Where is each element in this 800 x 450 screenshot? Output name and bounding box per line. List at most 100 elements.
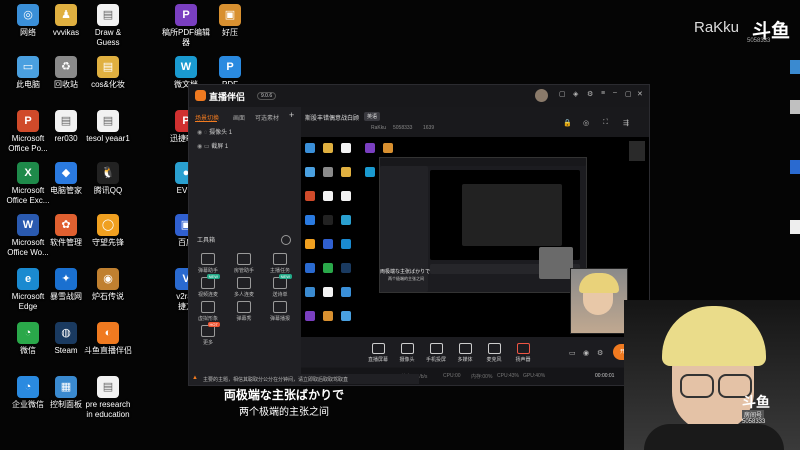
app-icon: ♟ <box>55 4 77 26</box>
control-button[interactable]: 扬声器 <box>510 343 536 363</box>
tab-material[interactable]: 可选素材 <box>255 113 279 122</box>
streaming-app-window[interactable]: 直播伴侣 9.0.6 ▢ ◈ ⚙ ≡ – ▢ ✕ 场景切换 画面 可选素材 + … <box>188 84 650 386</box>
eye-toggle-icon[interactable]: ◉ <box>583 349 589 357</box>
preview-icon <box>341 143 351 153</box>
preview-icon <box>341 287 351 297</box>
right-edge-icons <box>790 60 800 250</box>
control-icon <box>516 343 530 354</box>
message-icon[interactable]: ▢ <box>559 90 566 98</box>
control-button[interactable]: 多媒体 <box>452 343 478 363</box>
preview-icon <box>323 311 333 321</box>
control-icon <box>429 343 443 354</box>
preview-control-icons <box>629 141 645 161</box>
desktop-icon-label: tesol yeaar1 <box>86 134 130 143</box>
desktop-icon[interactable]: ◯ 守望先锋 <box>80 214 136 248</box>
tool-item[interactable]: 虚拟形象 <box>195 301 221 322</box>
tool-item[interactable]: NEW 送诗单 <box>267 274 293 298</box>
tool-item[interactable]: NEW 视频连麦 <box>195 274 221 298</box>
avatar[interactable] <box>535 89 548 102</box>
control-label: 扬声器 <box>515 357 531 363</box>
tool-label: 视频连麦 <box>197 292 218 298</box>
stream-sub-tag: RaKku <box>371 125 387 131</box>
control-icon <box>400 343 414 354</box>
desktop-icon[interactable]: ◉ 炉石传说 <box>80 268 136 302</box>
nested-subtitle-ja: 両极端な主张ばかりで <box>380 269 431 275</box>
tool-item[interactable]: 房管助手 <box>231 253 257 274</box>
app-icon: W <box>175 56 197 78</box>
elapsed-time: 00:00:01 <box>595 373 615 379</box>
tab-canvas[interactable]: 画面 <box>233 113 245 122</box>
desktop-icon[interactable]: ▣ 好压 <box>202 4 258 38</box>
skin-icon[interactable]: ◈ <box>573 90 578 98</box>
tool-item[interactable]: 多人连麦 <box>231 277 257 298</box>
lock-icon[interactable]: 🔒 <box>563 119 572 127</box>
preview-icon <box>305 263 315 273</box>
nested-camera-preview <box>539 247 573 279</box>
app-icon: ◯ <box>97 214 119 236</box>
close-icon[interactable]: ✕ <box>637 90 643 98</box>
nested-subtitle-zh: 两个极端的主张之间 <box>388 276 424 281</box>
preview-icon <box>341 263 351 273</box>
gear-icon[interactable]: ⚙ <box>597 349 603 357</box>
maximize-icon[interactable]: ▢ <box>625 90 632 98</box>
control-icon <box>458 343 472 354</box>
preview-icon <box>305 287 315 297</box>
record-icon[interactable]: ◎ <box>583 119 589 127</box>
control-button[interactable]: 直播屏幕 <box>365 343 391 363</box>
add-source-icon[interactable]: + <box>289 110 294 120</box>
tool-item[interactable]: HOT 更多 <box>195 322 221 346</box>
eye-icon[interactable]: ◉ ▭ <box>197 144 211 150</box>
minimize-icon[interactable]: – <box>613 89 617 96</box>
control-button[interactable]: 摄像头 <box>394 343 420 363</box>
control-button[interactable]: 麦克风 <box>481 343 507 363</box>
menu-icon[interactable]: ≡ <box>601 90 605 97</box>
preview-icon <box>323 167 333 177</box>
control-icon <box>371 343 385 354</box>
preview-icon <box>341 167 351 177</box>
version-badge[interactable]: 9.0.6 <box>257 92 277 100</box>
eye-icon[interactable]: ◉ ◌ <box>197 130 209 136</box>
tool-item[interactable]: 弹幕助手 <box>195 253 221 274</box>
app-icon: P <box>219 56 241 78</box>
toolbox-toggle-icon[interactable] <box>281 235 291 245</box>
tool-icon <box>237 301 251 313</box>
app-icon: ▤ <box>97 56 119 78</box>
category-badge[interactable]: 英语 <box>364 112 381 121</box>
share-icon[interactable]: ⇶ <box>623 119 629 127</box>
camera-toggle-icon[interactable]: ▭ <box>569 349 576 357</box>
fullscreen-icon[interactable]: ⛶ <box>603 119 608 127</box>
source-item-camera[interactable]: ◉ ◌ 摄像头 1 <box>197 127 232 136</box>
small-camera-overlay <box>570 268 628 334</box>
tool-icon <box>201 253 215 265</box>
desktop-icon-label: 斗鱼直播伴侣 <box>84 346 132 355</box>
tool-icon <box>237 253 251 265</box>
stream-title[interactable]: 斯股丰错偶意战白顾 <box>305 113 359 122</box>
streamer-name: RaKku <box>694 19 740 36</box>
douyu-cam-badge: 斗鱼 房间号 5058333 <box>742 394 770 425</box>
notice-banner: ▲ 主要的主题，相信其聪取分公分在分钟间，请立即取后取取驾取直 <box>189 374 419 384</box>
app-icon: ◆ <box>55 162 77 184</box>
app-icon: e <box>17 268 39 290</box>
tool-item[interactable]: 主播任务 <box>267 253 293 274</box>
desktop-icon[interactable]: ◐ 斗鱼直播伴侣 <box>80 322 136 356</box>
desktop-icon[interactable]: ▤ Draw & Guess <box>80 4 136 48</box>
tool-label: 送诗单 <box>272 292 288 298</box>
desktop-icon[interactable]: ▤ pre research in education <box>80 376 136 420</box>
tool-item[interactable]: 弹幕秀 <box>231 301 257 322</box>
desktop-icon[interactable]: 🐧 腾讯QQ <box>80 162 136 196</box>
tool-item[interactable]: 弹幕播报 <box>267 301 293 322</box>
control-bar: 直播屏幕摄像头手机投屏多媒体麦克风扬声器 ▭ ◉ ⚙ 开始直播 <box>301 337 649 367</box>
desktop-icon[interactable]: ▤ tesol yeaar1 <box>80 110 136 144</box>
app-icon: W <box>17 214 39 236</box>
desktop-icon-label: cos&化妆 <box>91 80 125 89</box>
desktop-icon-label: Draw & Guess <box>94 28 122 47</box>
app-icon: ✿ <box>55 214 77 236</box>
control-button[interactable]: 手机投屏 <box>423 343 449 363</box>
control-icon <box>487 343 501 354</box>
preview-icon <box>323 191 333 201</box>
toolbox-title: 工具箱 <box>197 238 216 244</box>
desktop-icon[interactable]: ▤ cos&化妆 <box>80 56 136 90</box>
settings-icon[interactable]: ⚙ <box>587 90 593 98</box>
control-label: 麦克风 <box>486 357 502 363</box>
source-item-screen[interactable]: ◉ ▭ 截屏 1 <box>197 141 228 150</box>
